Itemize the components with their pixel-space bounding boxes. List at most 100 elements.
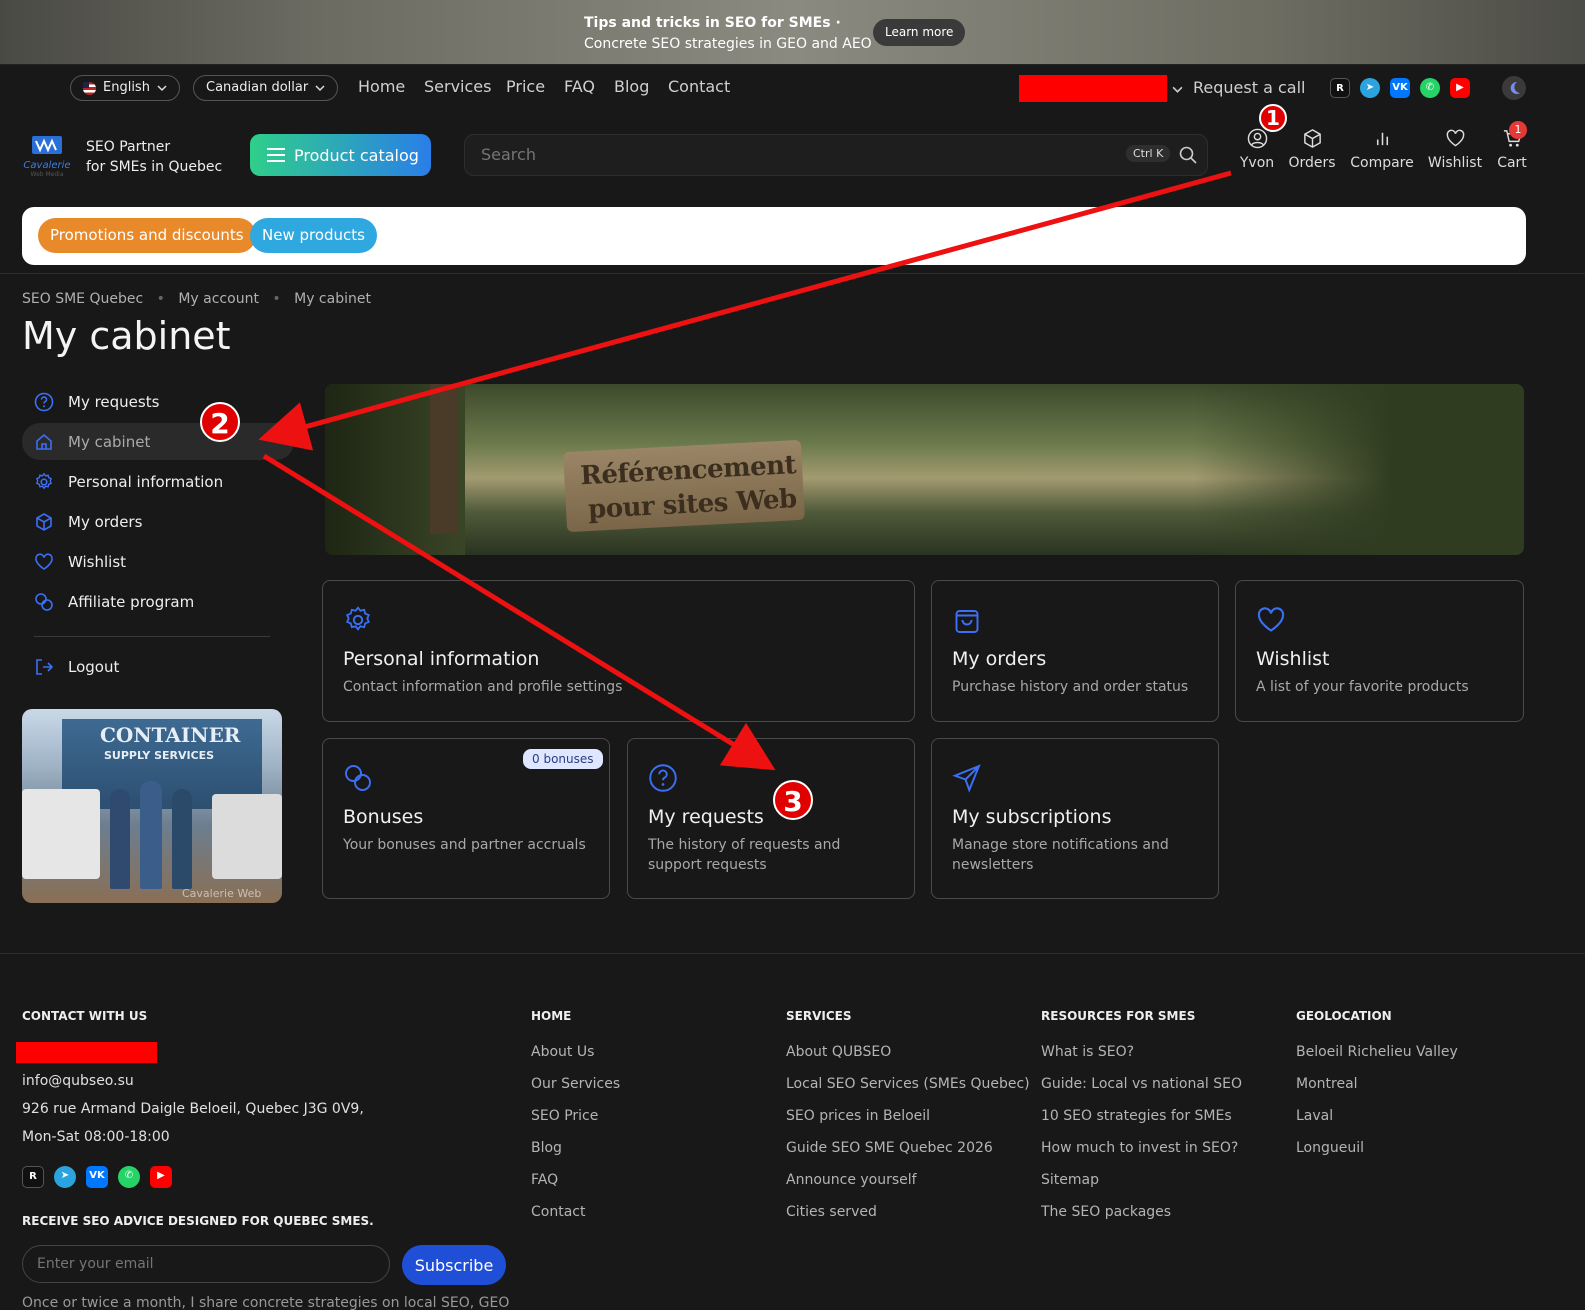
card-my-requests[interactable]: My requests The history of requests and … <box>627 738 915 899</box>
new-products-tag[interactable]: New products <box>250 218 377 253</box>
theme-toggle[interactable] <box>1502 76 1526 100</box>
footer-link[interactable]: Beloeil Richelieu Valley <box>1296 1036 1458 1068</box>
card-bonuses[interactable]: 0 bonuses Bonuses Your bonuses and partn… <box>322 738 610 899</box>
search-bar[interactable]: Ctrl K <box>464 134 1208 176</box>
person-graphic <box>172 789 192 889</box>
card-description: A list of your favorite products <box>1256 679 1469 695</box>
breadcrumb: SEO SME Quebec • My account • My cabinet <box>22 291 371 307</box>
chevron-down-icon <box>157 85 167 92</box>
logout-button[interactable]: Logout <box>22 648 294 685</box>
chevron-down-icon[interactable] <box>1172 84 1183 95</box>
vk-icon[interactable]: VK <box>1390 78 1410 98</box>
footer-link[interactable]: How much to invest in SEO? <box>1041 1132 1242 1164</box>
card-personal-information[interactable]: Personal information Contact information… <box>322 580 915 722</box>
footer-link[interactable]: Longueuil <box>1296 1132 1458 1164</box>
breadcrumb-account[interactable]: My account <box>178 291 259 307</box>
footer-link[interactable]: Blog <box>531 1132 620 1164</box>
sidebar-item-wishlist[interactable]: Wishlist <box>22 543 294 580</box>
sidebar-item-my-orders[interactable]: My orders <box>22 503 294 540</box>
rutube-icon[interactable]: R <box>1330 78 1350 98</box>
footer-link[interactable]: 10 SEO strategies for SMEs <box>1041 1100 1242 1132</box>
youtube-icon[interactable]: ▶ <box>150 1166 172 1188</box>
card-description: Manage store notifications and newslette… <box>952 837 1169 873</box>
learn-more-button[interactable]: Learn more <box>873 19 966 46</box>
sidebar-item-personal-information[interactable]: Personal information <box>22 463 294 500</box>
card-title: My orders <box>952 648 1047 670</box>
gear-icon <box>35 472 53 489</box>
nav-faq[interactable]: FAQ <box>564 77 595 96</box>
card-my-subscriptions[interactable]: My subscriptions Manage store notificati… <box>931 738 1219 899</box>
footer-link[interactable]: FAQ <box>531 1164 620 1196</box>
card-wishlist[interactable]: Wishlist A list of your favorite product… <box>1235 580 1524 722</box>
footer-contact-heading: CONTACT WITH US <box>22 1009 148 1023</box>
card-title: Bonuses <box>343 806 424 828</box>
youtube-icon[interactable]: ▶ <box>1450 78 1470 98</box>
footer-link[interactable]: Local SEO Services (SMEs Quebec) <box>786 1068 1030 1100</box>
nav-contact[interactable]: Contact <box>668 77 730 96</box>
breadcrumb-home[interactable]: SEO SME Quebec <box>22 291 143 307</box>
footer-link[interactable]: Contact <box>531 1196 620 1228</box>
compare-button[interactable]: Compare <box>1347 128 1417 171</box>
step-marker-2: 2 <box>200 402 240 442</box>
coins-icon <box>35 592 53 611</box>
footer-hours: Mon-Sat 08:00-18:00 <box>22 1129 170 1145</box>
home-icon <box>36 433 52 450</box>
logout-icon <box>36 658 54 675</box>
gear-icon <box>346 606 370 631</box>
footer-link[interactable]: Guide: Local vs national SEO <box>1041 1068 1242 1100</box>
card-title: Wishlist <box>1256 648 1330 670</box>
nav-blog[interactable]: Blog <box>614 77 649 96</box>
footer-link[interactable]: Announce yourself <box>786 1164 1030 1196</box>
footer-link[interactable]: Sitemap <box>1041 1164 1242 1196</box>
card-description: Purchase history and order status <box>952 679 1189 695</box>
site-tagline: SEO Partner for SMEs in Quebec <box>86 139 223 175</box>
nav-services[interactable]: Services <box>424 77 491 96</box>
footer-link[interactable]: The SEO packages <box>1041 1196 1242 1228</box>
promotions-tag[interactable]: Promotions and discounts <box>38 218 256 253</box>
sidebar-item-my-cabinet[interactable]: My cabinet <box>22 423 294 460</box>
newsletter-email-input[interactable] <box>22 1245 390 1283</box>
footer-link[interactable]: Guide SEO SME Quebec 2026 <box>786 1132 1030 1164</box>
heart-icon <box>1446 129 1464 147</box>
whatsapp-icon[interactable]: ✆ <box>1420 78 1440 98</box>
nav-home[interactable]: Home <box>358 77 405 96</box>
step-marker-1: 1 <box>1259 104 1287 132</box>
search-icon[interactable] <box>1179 146 1197 164</box>
footer-column-services: SERVICES About QUBSEO Local SEO Services… <box>786 1009 1030 1228</box>
footer-link[interactable]: Our Services <box>531 1068 620 1100</box>
wooden-sign: Référencement pour sites Web <box>563 439 805 533</box>
sidebar-item-my-requests[interactable]: My requests <box>22 383 294 420</box>
subscribe-button[interactable]: Subscribe <box>402 1245 506 1285</box>
footer-link[interactable]: Cities served <box>786 1196 1030 1228</box>
step-marker-3: 3 <box>773 780 813 820</box>
footer-link[interactable]: SEO Price <box>531 1100 620 1132</box>
orders-button[interactable]: Orders <box>1277 128 1347 171</box>
footer-link[interactable]: Laval <box>1296 1100 1458 1132</box>
product-catalog-button[interactable]: Product catalog <box>250 134 431 176</box>
request-call-link[interactable]: Request a call <box>1193 78 1305 97</box>
logo-mark-icon <box>32 136 62 154</box>
language-selector[interactable]: English <box>70 75 180 101</box>
nav-price[interactable]: Price <box>506 77 545 96</box>
vk-icon[interactable]: VK <box>86 1166 108 1188</box>
redacted-phone <box>1019 75 1167 102</box>
whatsapp-icon[interactable]: ✆ <box>118 1166 140 1188</box>
rutube-icon[interactable]: R <box>22 1166 44 1188</box>
telegram-icon[interactable]: ➤ <box>54 1166 76 1188</box>
site-logo[interactable]: Cavalerie Web Media <box>22 136 72 178</box>
footer-link[interactable]: About Us <box>531 1036 620 1068</box>
sidebar-item-affiliate-program[interactable]: Affiliate program <box>22 583 294 620</box>
search-input[interactable] <box>481 145 1081 164</box>
promo-image[interactable]: CONTAINER SUPPLY SERVICES Cavalerie Web <box>22 709 282 903</box>
bar-chart-icon <box>1376 132 1388 146</box>
telegram-icon[interactable]: ➤ <box>1360 78 1380 98</box>
user-circle-icon <box>1247 128 1267 149</box>
card-description: Your bonuses and partner accruals <box>343 837 586 853</box>
footer-link[interactable]: Montreal <box>1296 1068 1458 1100</box>
footer-link[interactable]: SEO prices in Beloeil <box>786 1100 1030 1132</box>
footer-link[interactable]: What is SEO? <box>1041 1036 1242 1068</box>
currency-selector[interactable]: Canadian dollar <box>193 75 339 101</box>
card-my-orders[interactable]: My orders Purchase history and order sta… <box>931 580 1219 722</box>
footer-email[interactable]: info@qubseo.su <box>22 1073 134 1089</box>
footer-link[interactable]: About QUBSEO <box>786 1036 1030 1068</box>
